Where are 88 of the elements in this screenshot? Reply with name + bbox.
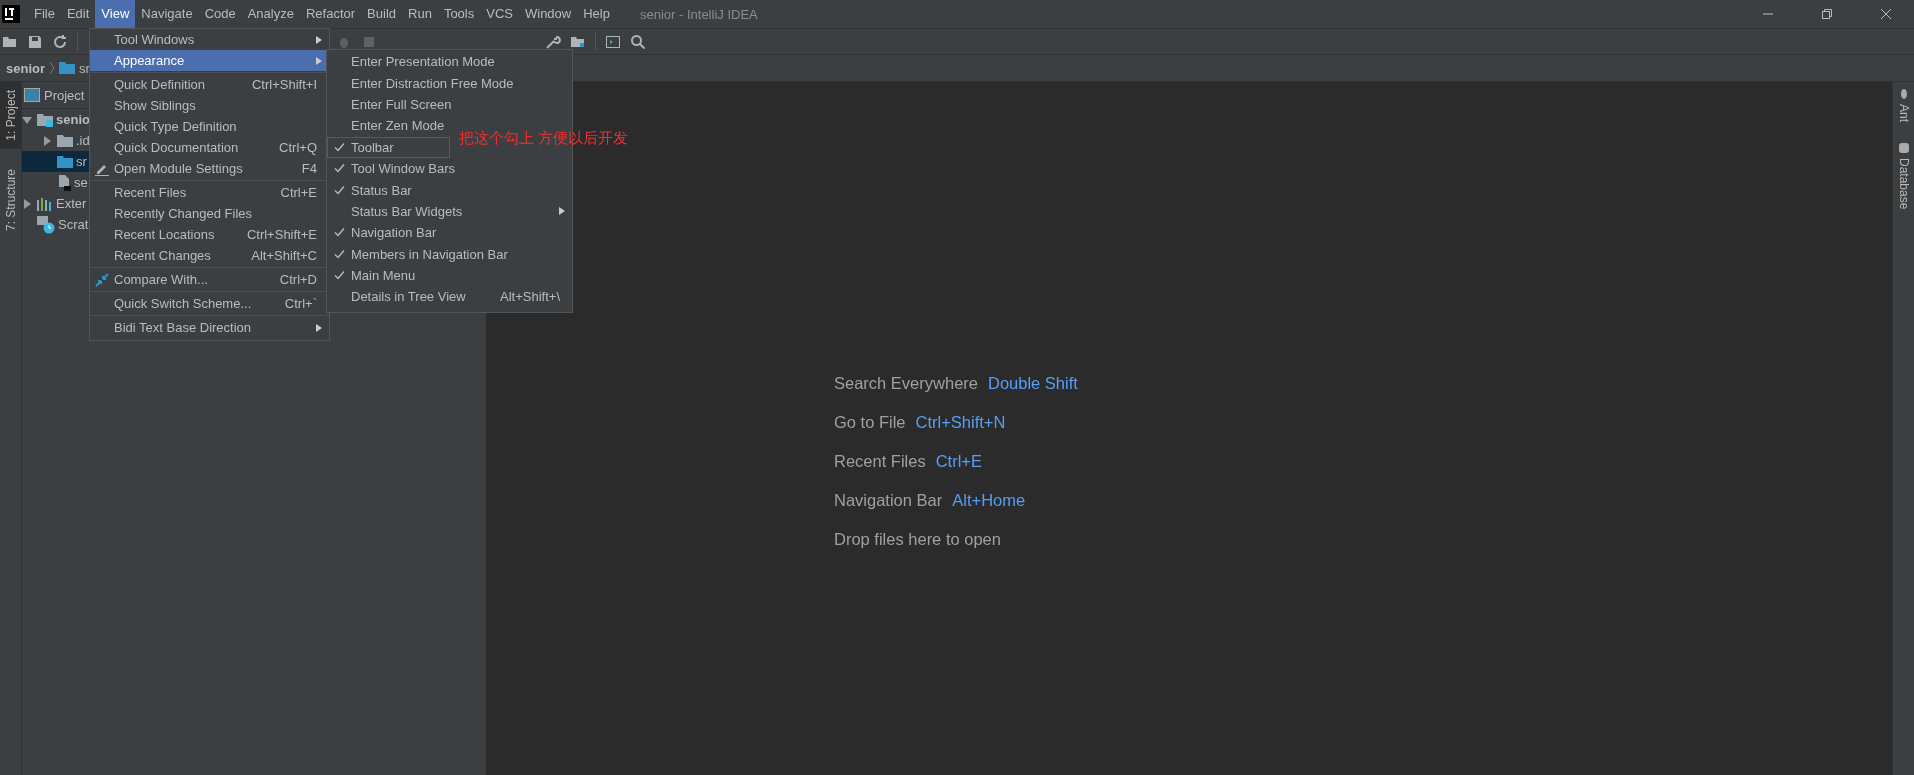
menu-item[interactable]: View xyxy=(95,0,136,28)
database-icon xyxy=(1897,142,1910,154)
module-icon xyxy=(37,112,53,127)
annotation-text: 把这个勾上 方便以后开发 xyxy=(459,129,629,148)
menu-item[interactable]: Build xyxy=(361,0,402,28)
collapse-arrow-icon[interactable] xyxy=(22,198,32,209)
menu-item[interactable]: Recent Changes Alt+Shift+C xyxy=(90,245,329,266)
menu-item[interactable]: Compare With... Ctrl+D xyxy=(90,269,329,290)
libraries-icon xyxy=(37,196,53,211)
tree-row[interactable]: Scrat xyxy=(22,214,93,235)
hint-label: Recent Files xyxy=(834,452,926,471)
submenu-arrow-icon xyxy=(316,35,322,44)
menu-item[interactable]: Tool Window Bars xyxy=(327,157,572,180)
menu-item[interactable]: Enter Full Screen xyxy=(327,93,572,116)
window-title: senior - IntelliJ IDEA xyxy=(639,6,758,22)
tree-row[interactable]: Exter xyxy=(22,193,91,214)
collapse-arrow-icon[interactable] xyxy=(42,135,52,146)
menu-item[interactable]: Code xyxy=(198,0,242,28)
tree-label: sr xyxy=(76,154,87,169)
file-icon xyxy=(57,174,71,191)
menu-item[interactable]: Appearance xyxy=(90,50,329,71)
terminal-icon[interactable] xyxy=(605,33,621,50)
tool-window-tab[interactable]: 7: Structure xyxy=(0,160,21,239)
tool-window-tab[interactable]: Ant xyxy=(1893,82,1914,128)
menu-item[interactable]: Window xyxy=(518,0,578,28)
hint-label: Navigation Bar xyxy=(834,491,943,510)
hint-label: Search Everywhere xyxy=(834,374,978,393)
menu-item[interactable]: Navigation Bar xyxy=(327,222,572,244)
tool-window-tab[interactable]: 1: Project xyxy=(0,82,21,149)
menu-item[interactable]: Bidi Text Base Direction xyxy=(90,317,329,338)
chevron-icon xyxy=(49,61,55,75)
menu-item[interactable]: Recently Changed Files xyxy=(90,203,329,224)
menu-item[interactable]: Status Bar Widgets xyxy=(327,200,572,223)
close-icon[interactable] xyxy=(1880,8,1892,20)
save-icon[interactable] xyxy=(27,33,43,50)
folder-icon xyxy=(57,154,73,169)
tree-label: se xyxy=(74,175,88,190)
menu-item[interactable]: Quick Switch Scheme... Ctrl+` xyxy=(90,293,329,314)
tree-label: senio xyxy=(56,112,90,127)
menu-item[interactable]: Open Module Settings F4 xyxy=(90,158,329,179)
menu-item[interactable]: Quick Definition Ctrl+Shift+I xyxy=(90,74,329,95)
breadcrumb[interactable]: senior xyxy=(6,60,45,76)
window-icon xyxy=(24,88,40,102)
menu-item[interactable]: Edit xyxy=(60,0,96,28)
menu-item[interactable]: File xyxy=(28,0,61,28)
app-logo-icon xyxy=(2,5,20,23)
panel-title[interactable]: Project xyxy=(44,87,85,103)
menu-item[interactable]: Help xyxy=(577,0,616,28)
expand-arrow-icon[interactable] xyxy=(22,114,32,125)
menu-item[interactable]: Recent Files Ctrl+E xyxy=(90,182,329,203)
menu-item[interactable]: Enter Presentation Mode xyxy=(327,51,572,73)
menu-item[interactable]: Main Menu xyxy=(327,264,572,287)
compare-icon xyxy=(95,272,109,287)
restore-icon[interactable] xyxy=(1821,8,1833,20)
menu-item[interactable]: Refactor xyxy=(299,0,362,28)
tool-window-tab[interactable]: Database xyxy=(1893,136,1914,216)
menu-item[interactable]: VCS xyxy=(480,0,519,28)
refresh-icon[interactable] xyxy=(52,33,68,50)
tree-label: .id xyxy=(76,133,90,148)
breadcrumb[interactable]: sr xyxy=(79,60,90,76)
submenu-arrow-icon xyxy=(559,207,565,216)
menu-item[interactable]: Analyze xyxy=(241,0,300,28)
tree-label: Scrat xyxy=(58,217,89,232)
menu-item[interactable]: Enter Distraction Free Mode xyxy=(327,72,572,94)
wrench-icon[interactable] xyxy=(545,33,561,50)
shortcut-text: Alt+Home xyxy=(952,491,1026,510)
folder-icon xyxy=(57,133,73,148)
menu-item[interactable]: Navigate xyxy=(135,0,199,28)
menu-item[interactable]: Details in Tree View Alt+Shift+\ xyxy=(327,286,572,308)
shortcut-text: Ctrl+E xyxy=(935,452,982,471)
scratches-icon xyxy=(37,215,55,234)
menu-item[interactable]: Toolbar xyxy=(327,136,450,158)
menu-item[interactable]: Recent Locations Ctrl+Shift+E xyxy=(90,224,329,245)
menu-item[interactable]: Run xyxy=(402,0,438,28)
folder-icon xyxy=(59,61,75,75)
submenu-arrow-icon xyxy=(316,56,322,65)
tree-label: Exter xyxy=(56,196,87,211)
hint-label: Go to File xyxy=(834,413,906,432)
tree-row[interactable]: se xyxy=(22,172,92,193)
menu-item[interactable]: Status Bar xyxy=(327,179,572,201)
menu-item[interactable]: Tools xyxy=(437,0,481,28)
shortcut-text: Ctrl+Shift+N xyxy=(915,413,1006,432)
submenu-arrow-icon xyxy=(316,323,322,332)
search-icon[interactable] xyxy=(630,33,646,50)
hint-label: Drop files here to open xyxy=(834,530,1001,549)
menu-item[interactable]: Tool Windows xyxy=(90,29,329,50)
menu-item[interactable]: Members in Navigation Bar xyxy=(327,243,572,265)
shortcut-text: Double Shift xyxy=(988,374,1078,393)
